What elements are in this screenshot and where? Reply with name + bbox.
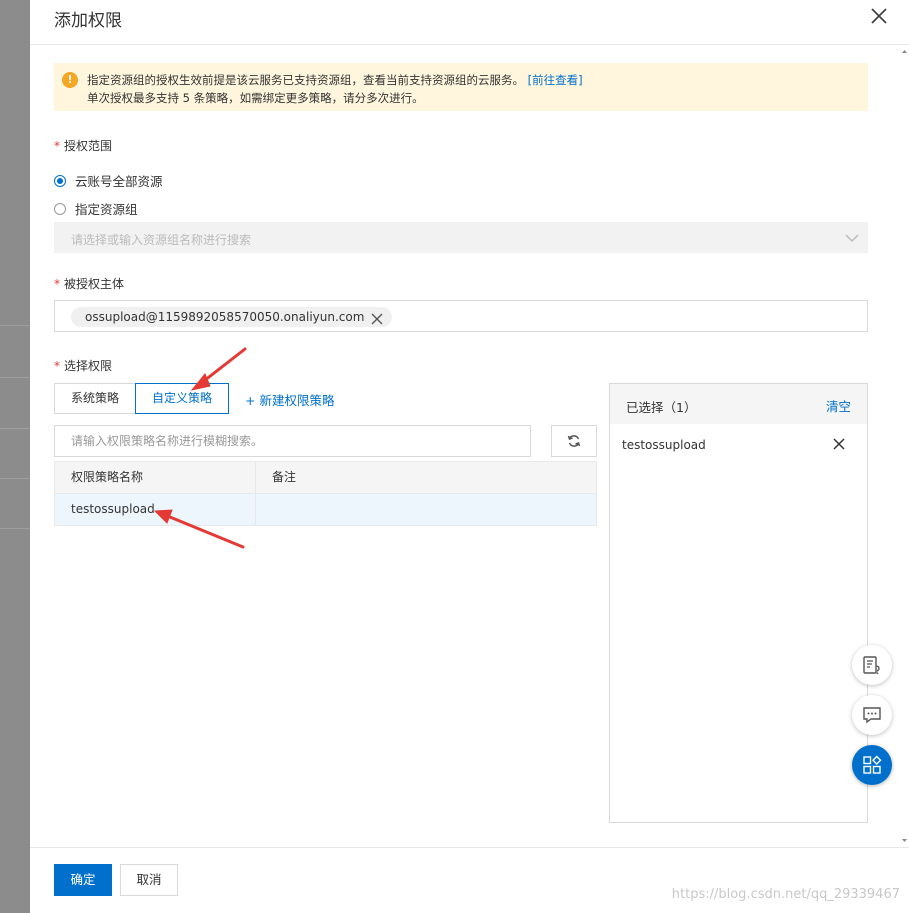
column-header: 备注 [272, 470, 297, 484]
refresh-icon [567, 435, 581, 447]
confirm-button[interactable]: 确定 [54, 864, 112, 896]
refresh-button[interactable] [551, 425, 597, 457]
radio-unchecked-icon [54, 202, 66, 215]
add-permission-drawer: 添加权限 ! 指定资源组的授权生效前提是该云服务已支持资源组，查看当前支持资源组… [30, 0, 909, 913]
new-policy-link[interactable]: + 新建权限策略 [245, 390, 334, 409]
principal-input[interactable]: ossupload@1159892058570050.onaliyun.com [54, 300, 868, 332]
alert-text: 指定资源组的授权生效前提是该云服务已支持资源组，查看当前支持资源组的云服务。 [87, 73, 524, 87]
tab-system-policy[interactable]: 系统策略 [54, 383, 136, 414]
column-header: 权限策略名称 [55, 462, 256, 493]
required-mark: * [54, 359, 60, 373]
required-mark: * [54, 277, 60, 291]
cancel-button[interactable]: 取消 [120, 864, 178, 896]
feedback-icon [863, 656, 880, 675]
select-placeholder: 请选择或输入资源组名称进行搜索 [71, 233, 252, 247]
radio-checked-icon [54, 174, 66, 187]
required-mark: * [54, 139, 60, 153]
resource-group-select: 请选择或输入资源组名称进行搜索 [54, 222, 868, 253]
backdrop-divider [0, 325, 30, 326]
radio-label: 指定资源组 [75, 202, 138, 217]
radio-resource-group[interactable]: 指定资源组 [54, 199, 138, 218]
clear-selection-link[interactable]: 清空 [826, 396, 851, 415]
feedback-button[interactable] [852, 645, 892, 685]
principal-label: * 被授权主体 [54, 275, 124, 292]
policy-name-cell: testossupload [55, 494, 256, 525]
vertical-scrollbar[interactable] [900, 45, 909, 847]
tab-custom-policy[interactable]: 自定义策略 [135, 383, 229, 414]
apps-icon [863, 755, 882, 774]
alert-text-line2: 单次授权最多支持 5 条策略，如需绑定更多策略，请分多次进行。 [87, 91, 424, 105]
permissions-label: * 选择权限 [54, 357, 112, 374]
view-supported-services-link[interactable]: [前往查看] [528, 73, 583, 87]
close-icon[interactable] [869, 6, 889, 26]
remove-icon[interactable] [833, 438, 845, 450]
alert-text-line1: 指定资源组的授权生效前提是该云服务已支持资源组，查看当前支持资源组的云服务。 [… [87, 72, 583, 88]
principal-tag-text: ossupload@1159892058570050.onaliyun.com [85, 310, 365, 324]
scope-label-text: 授权范围 [64, 139, 113, 153]
table-header: 权限策略名称 备注 [55, 462, 596, 493]
policy-table: 权限策略名称 备注 testossupload [54, 461, 597, 526]
radio-label: 云账号全部资源 [75, 174, 163, 189]
drawer-body: ! 指定资源组的授权生效前提是该云服务已支持资源组，查看当前支持资源组的云服务。… [30, 45, 909, 847]
warning-icon: ! [62, 72, 78, 88]
principal-tag: ossupload@1159892058570050.onaliyun.com [71, 307, 393, 327]
dialog-title: 添加权限 [54, 11, 122, 31]
chat-button[interactable] [852, 695, 892, 735]
backdrop-divider [0, 428, 30, 429]
backdrop-divider [0, 478, 30, 479]
selected-header: 已选择（1） 清空 [610, 384, 867, 424]
selected-title: 已选择（1） [626, 400, 697, 415]
principal-label-text: 被授权主体 [64, 277, 125, 291]
selected-policies-panel: 已选择（1） 清空 testossupload [609, 383, 868, 823]
policy-note-cell [256, 494, 596, 525]
table-row[interactable]: testossupload [55, 493, 596, 525]
scrollbar-arrows [902, 50, 907, 842]
backdrop-divider [0, 528, 30, 529]
info-alert: ! 指定资源组的授权生效前提是该云服务已支持资源组，查看当前支持资源组的云服务。… [54, 63, 868, 111]
radio-all-resources[interactable]: 云账号全部资源 [54, 171, 163, 190]
drawer-footer: 确定 取消 https://blog.csdn.net/qq_29339467 [30, 847, 909, 913]
chevron-down-icon [844, 230, 860, 246]
apps-button[interactable] [852, 745, 892, 785]
policy-search-input[interactable] [54, 425, 531, 457]
scope-label: * 授权范围 [54, 137, 112, 154]
permissions-label-text: 选择权限 [64, 359, 113, 373]
chat-icon [863, 707, 881, 724]
drawer-header: 添加权限 [30, 0, 909, 45]
watermark: https://blog.csdn.net/qq_29339467 [671, 887, 900, 902]
backdrop-divider [0, 377, 30, 378]
remove-icon[interactable] [371, 311, 383, 325]
selected-item: testossupload [622, 438, 706, 452]
